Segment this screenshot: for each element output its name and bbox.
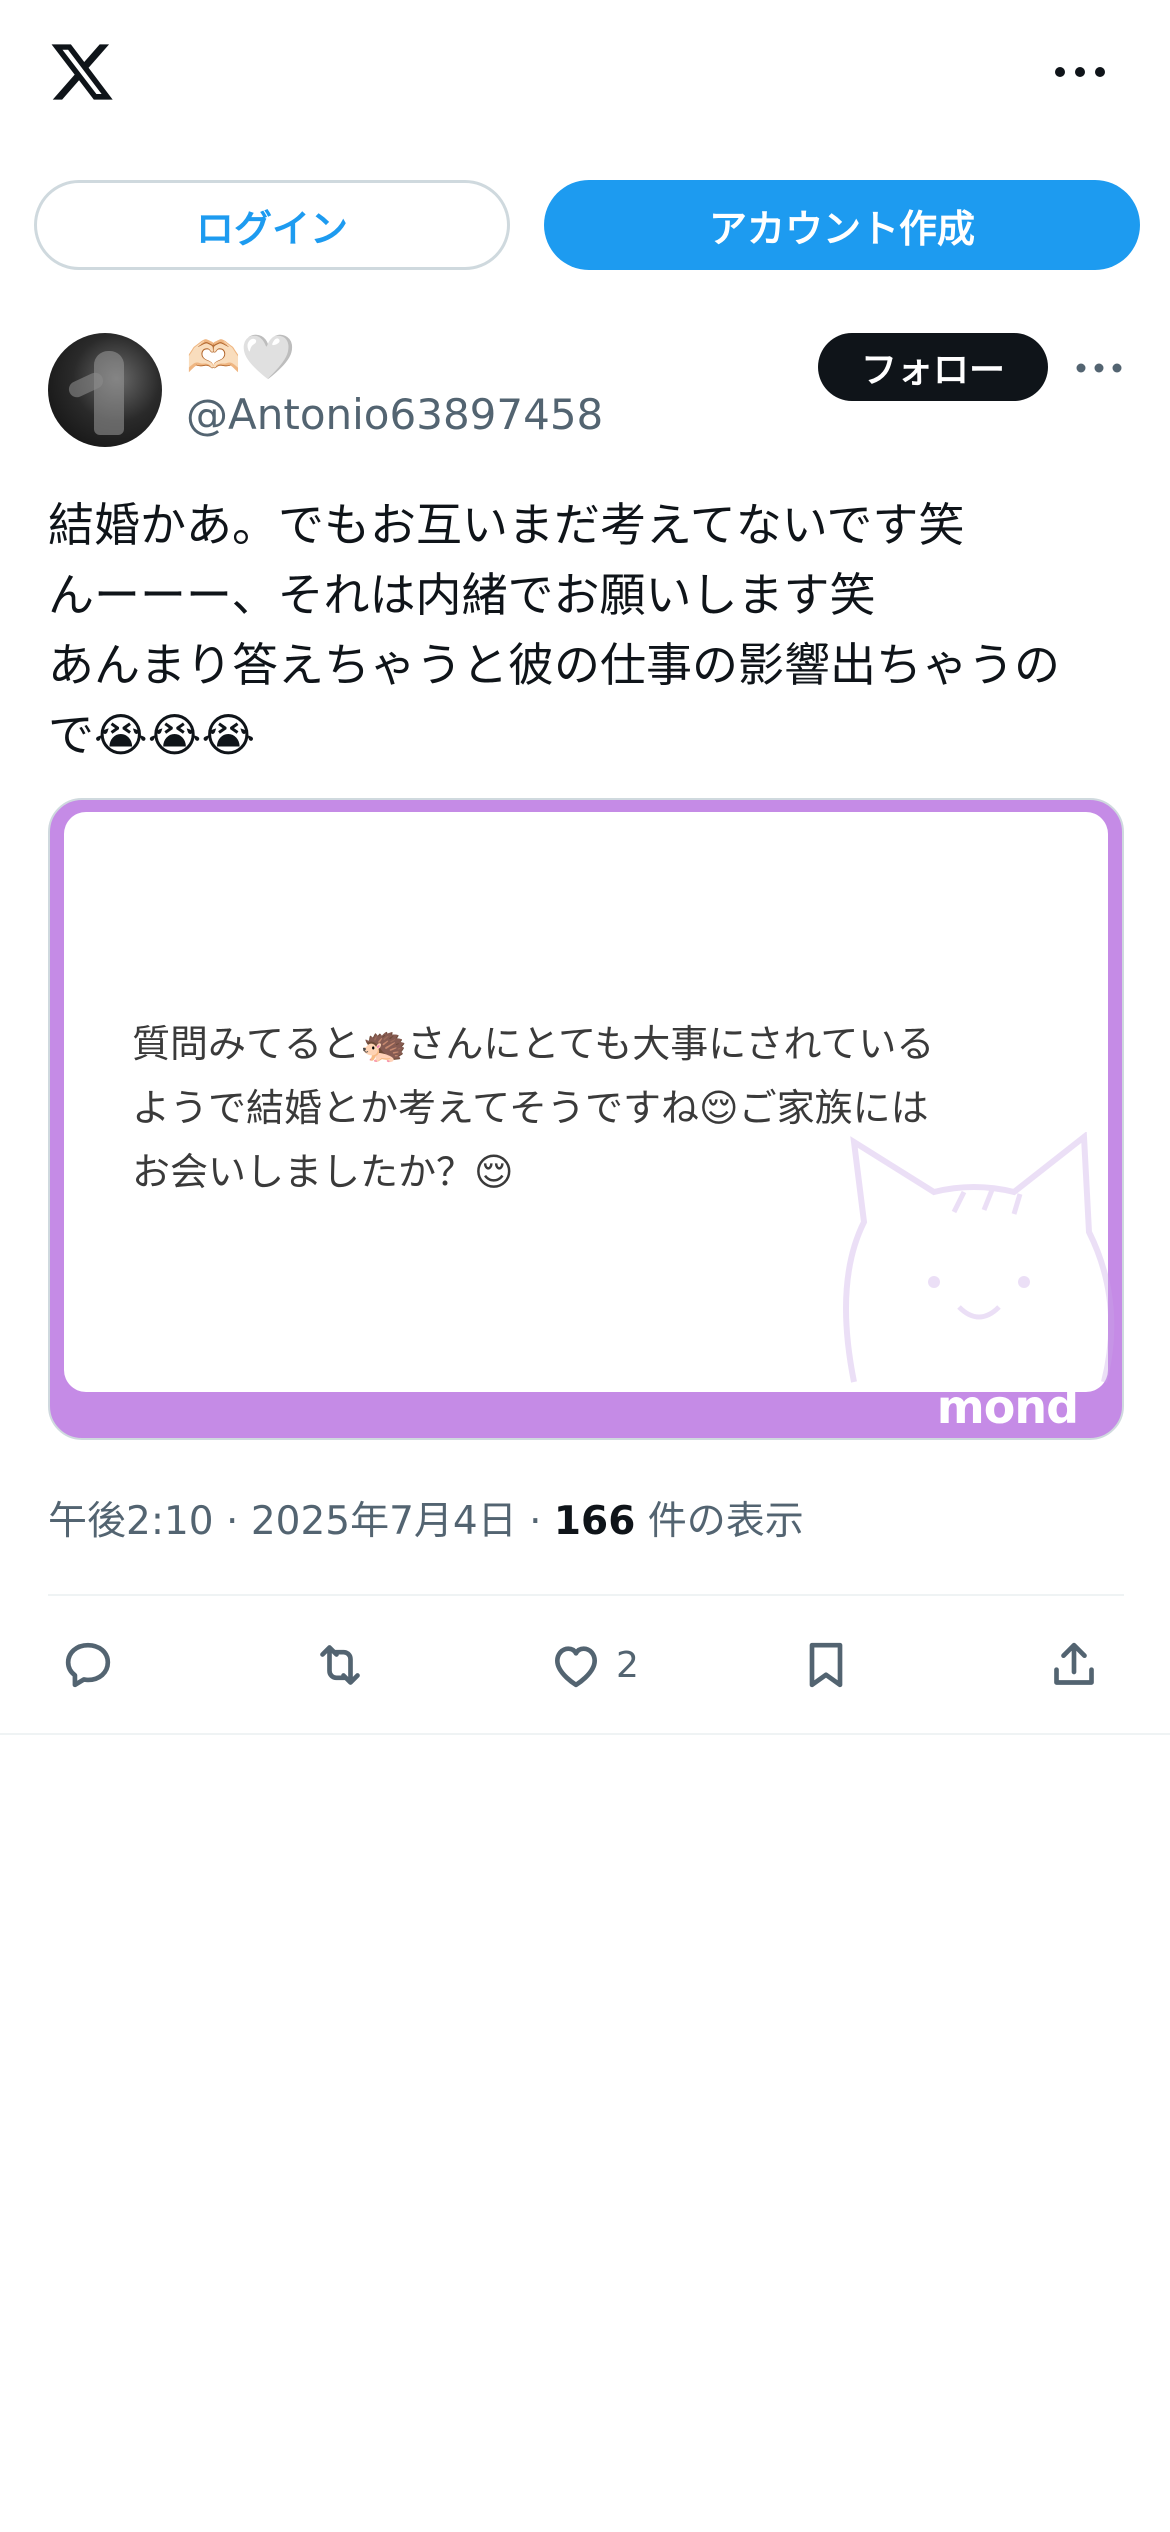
views-count: 166 <box>553 1499 636 1544</box>
avatar-figure <box>94 351 124 435</box>
display-name[interactable]: 🫶🏻🤍 <box>186 332 296 384</box>
question-line: お会いしましたか？😌 <box>132 1150 514 1194</box>
retweet-icon <box>320 1645 360 1685</box>
post-time[interactable]: 午後2:10 <box>48 1499 214 1544</box>
views-label: 件の表示 <box>647 1499 804 1544</box>
divider <box>0 1733 1170 1735</box>
like-button[interactable]: 2 <box>548 1630 639 1700</box>
reply-icon <box>65 1642 111 1688</box>
mond-logo: mond <box>936 1380 1079 1434</box>
heart-icon <box>555 1646 597 1688</box>
question-line: ようで結婚とか考えてそうですね😌ご家族には <box>132 1086 929 1130</box>
post-text-line: で😭😭😭 <box>48 708 256 762</box>
post-text-line: あんまり答えちゃうと彼の仕事の影響出ちゃうの <box>48 638 1060 692</box>
avatar[interactable] <box>48 333 162 447</box>
meta-separator: · <box>226 1499 239 1544</box>
action-bar: 2 <box>48 1630 1124 1700</box>
post-text-line: 結婚かあ。でもお互いまだ考えてないです笑 <box>48 498 965 552</box>
like-count: 2 <box>616 1644 639 1686</box>
follow-button[interactable]: フォロー <box>818 333 1048 401</box>
meta-separator: · <box>529 1499 542 1544</box>
post-meta: 午後2:10 · 2025年7月4日 · 166 件の表示 <box>48 1490 804 1546</box>
share-button[interactable] <box>1046 1630 1102 1700</box>
divider <box>48 1594 1124 1596</box>
post-more-icon[interactable] <box>1074 348 1124 388</box>
signup-button[interactable]: アカウント作成 <box>544 180 1140 270</box>
post-text-line: んーーー、それは内緒でお願いします笑 <box>48 568 876 622</box>
post-date[interactable]: 2025年7月4日 <box>251 1499 517 1544</box>
question-line: 質問みてると🦔さんにとても大事にされている <box>132 1022 935 1066</box>
bookmark-button[interactable] <box>798 1630 854 1700</box>
cat-watermark-icon <box>843 1132 1115 1383</box>
retweet-button[interactable] <box>312 1630 368 1700</box>
login-button[interactable]: ログイン <box>34 180 510 270</box>
bookmark-icon <box>809 1642 843 1688</box>
question-text: 質問みてると🦔さんにとても大事にされている ようで結婚とか考えてそうですね😌ご家… <box>132 1012 934 1204</box>
post-image[interactable]: 質問みてると🦔さんにとても大事にされている ようで結婚とか考えてそうですね😌ご家… <box>48 798 1124 1440</box>
x-logo-icon[interactable] <box>48 38 116 106</box>
reply-button[interactable] <box>60 1630 116 1700</box>
question-card: 質問みてると🦔さんにとても大事にされている ようで結婚とか考えてそうですね😌ご家… <box>64 812 1115 1392</box>
more-horizontal-icon[interactable] <box>1050 50 1110 94</box>
post-text: 結婚かあ。でもお互いまだ考えてないです笑 んーーー、それは内緒でお願いします笑 … <box>48 490 1128 770</box>
share-icon <box>1054 1642 1094 1685</box>
top-bar <box>0 0 1170 150</box>
user-handle[interactable]: @Antonio63897458 <box>186 390 603 439</box>
